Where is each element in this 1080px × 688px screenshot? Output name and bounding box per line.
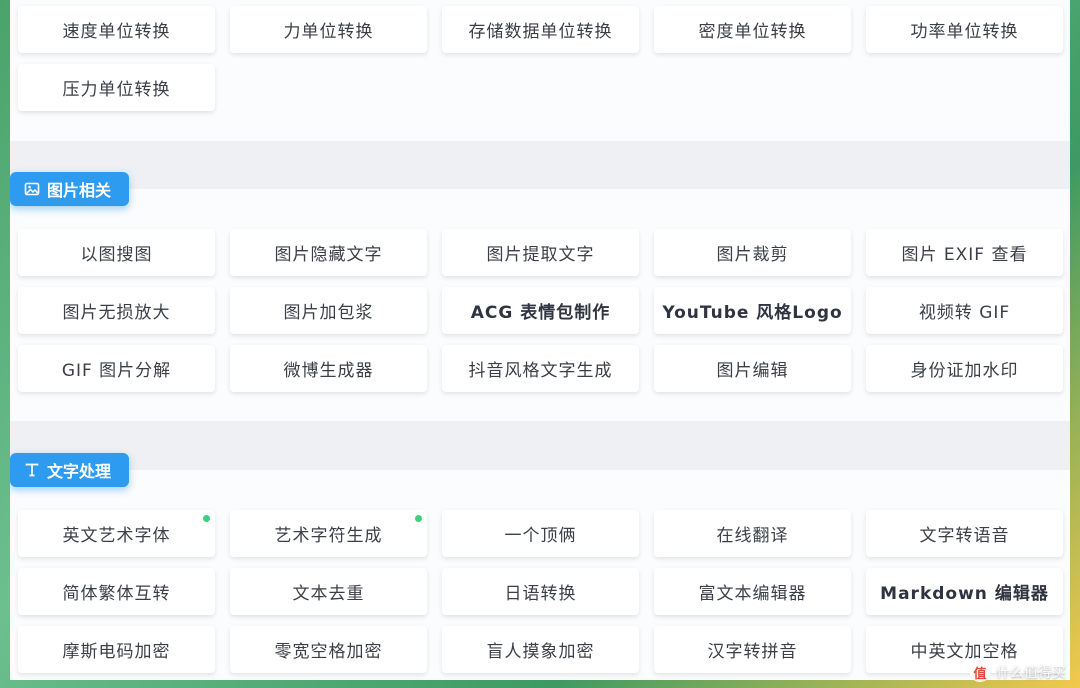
text-tools-panel: 英文艺术字体 艺术字符生成 一个顶俩 在线翻译 文字转语音 简体繁体互转 文本去… bbox=[10, 470, 1070, 680]
tool-label: 艺术字符生成 bbox=[274, 526, 383, 546]
text-icon bbox=[25, 463, 39, 477]
tool-hanzi-to-pinyin[interactable]: 汉字转拼音 bbox=[654, 626, 851, 673]
image-section-badge: 图片相关 bbox=[10, 172, 129, 206]
text-section-title: 文字处理 bbox=[47, 462, 112, 481]
tool-storage-unit[interactable]: 存储数据单位转换 bbox=[442, 6, 639, 53]
tool-density-unit[interactable]: 密度单位转换 bbox=[654, 6, 851, 53]
tool-simplified-traditional[interactable]: 简体繁体互转 bbox=[18, 568, 215, 615]
tool-douyin-text[interactable]: 抖音风格文字生成 bbox=[442, 345, 639, 392]
tool-text-dedupe[interactable]: 文本去重 bbox=[230, 568, 427, 615]
tool-speed-unit[interactable]: 速度单位转换 bbox=[18, 6, 215, 53]
tool-reverse-image-search[interactable]: 以图搜图 bbox=[18, 229, 215, 276]
tool-markdown-editor[interactable]: Markdown 编辑器 bbox=[866, 568, 1063, 615]
unit-tools-grid: 速度单位转换 力单位转换 存储数据单位转换 密度单位转换 功率单位转换 压力单位… bbox=[18, 6, 1063, 111]
tool-blind-elephant-encrypt[interactable]: 盲人摸象加密 bbox=[442, 626, 639, 673]
tool-image-hide-text[interactable]: 图片隐藏文字 bbox=[230, 229, 427, 276]
tool-acg-meme-maker[interactable]: ACG 表情包制作 bbox=[442, 287, 639, 334]
tool-page: 速度单位转换 力单位转换 存储数据单位转换 密度单位转换 功率单位转换 压力单位… bbox=[10, 0, 1070, 680]
image-icon bbox=[24, 182, 40, 196]
tool-morse-code[interactable]: 摩斯电码加密 bbox=[18, 626, 215, 673]
tool-youtube-logo[interactable]: YouTube 风格Logo bbox=[654, 287, 851, 334]
tool-art-char-generator[interactable]: 艺术字符生成 bbox=[230, 510, 427, 557]
tool-japanese-convert[interactable]: 日语转换 bbox=[442, 568, 639, 615]
image-tools-grid: 以图搜图 图片隐藏文字 图片提取文字 图片裁剪 图片 EXIF 查看 图片无损放… bbox=[18, 229, 1063, 392]
text-section-badge: 文字处理 bbox=[10, 453, 129, 487]
tool-image-ocr[interactable]: 图片提取文字 bbox=[442, 229, 639, 276]
image-tools-panel: 以图搜图 图片隐藏文字 图片提取文字 图片裁剪 图片 EXIF 查看 图片无损放… bbox=[10, 189, 1070, 421]
tool-image-editor[interactable]: 图片编辑 bbox=[654, 345, 851, 392]
tool-rich-text-editor[interactable]: 富文本编辑器 bbox=[654, 568, 851, 615]
tool-zero-width-encrypt[interactable]: 零宽空格加密 bbox=[230, 626, 427, 673]
new-dot bbox=[415, 515, 422, 522]
tool-force-unit[interactable]: 力单位转换 bbox=[230, 6, 427, 53]
tool-pressure-unit[interactable]: 压力单位转换 bbox=[18, 64, 215, 111]
watermark: 值 什么值得买 bbox=[970, 662, 1066, 682]
watermark-text: 什么值得买 bbox=[996, 665, 1066, 681]
watermark-logo: 值 bbox=[970, 662, 990, 682]
tool-image-upscale[interactable]: 图片无损放大 bbox=[18, 287, 215, 334]
text-tools-grid: 英文艺术字体 艺术字符生成 一个顶俩 在线翻译 文字转语音 简体繁体互转 文本去… bbox=[18, 510, 1063, 673]
tool-label: 英文艺术字体 bbox=[62, 526, 171, 546]
tool-english-art-font[interactable]: 英文艺术字体 bbox=[18, 510, 215, 557]
tool-video-to-gif[interactable]: 视频转 GIF bbox=[866, 287, 1063, 334]
tool-id-card-watermark[interactable]: 身份证加水印 bbox=[866, 345, 1063, 392]
tool-image-exif[interactable]: 图片 EXIF 查看 bbox=[866, 229, 1063, 276]
tool-weibo-generator[interactable]: 微博生成器 bbox=[230, 345, 427, 392]
image-section-title: 图片相关 bbox=[47, 181, 112, 200]
tool-gif-split[interactable]: GIF 图片分解 bbox=[18, 345, 215, 392]
new-dot bbox=[203, 515, 210, 522]
tool-online-translate[interactable]: 在线翻译 bbox=[654, 510, 851, 557]
tool-power-unit[interactable]: 功率单位转换 bbox=[866, 6, 1063, 53]
tool-text-to-speech[interactable]: 文字转语音 bbox=[866, 510, 1063, 557]
tool-image-crop[interactable]: 图片裁剪 bbox=[654, 229, 851, 276]
tool-yige-dingliang[interactable]: 一个顶俩 bbox=[442, 510, 639, 557]
unit-conversion-panel: 速度单位转换 力单位转换 存储数据单位转换 密度单位转换 功率单位转换 压力单位… bbox=[10, 0, 1070, 141]
tool-image-patina[interactable]: 图片加包浆 bbox=[230, 287, 427, 334]
